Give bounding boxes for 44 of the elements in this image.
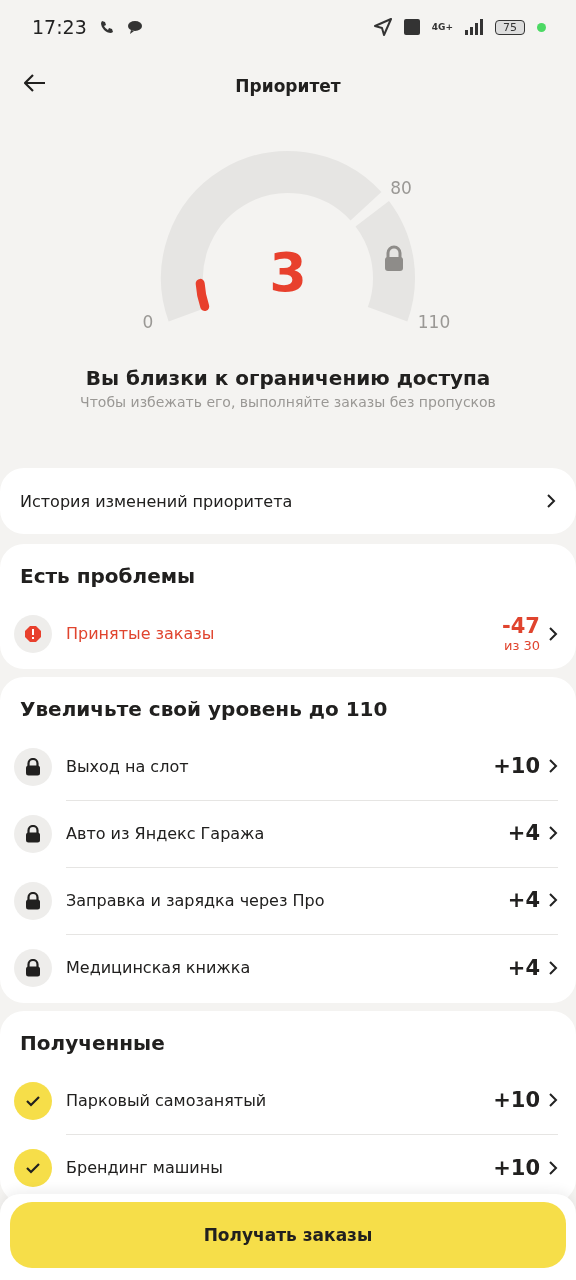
priority-value: 3 bbox=[269, 241, 307, 304]
call-icon bbox=[98, 19, 115, 35]
lock-icon bbox=[14, 948, 52, 987]
screen-title: Приоритет bbox=[235, 76, 341, 96]
lock-icon bbox=[385, 245, 403, 271]
lock-icon bbox=[14, 881, 52, 920]
check-icon bbox=[14, 1081, 52, 1120]
criterion-row[interactable]: Медицинская книжка +4 bbox=[0, 934, 576, 1001]
section-title: Есть проблемы bbox=[19, 563, 197, 590]
section-title: Полученные bbox=[19, 1030, 166, 1057]
criterion-row[interactable]: Выход на слот +10 bbox=[0, 733, 576, 800]
lock-icon bbox=[14, 747, 52, 786]
status-time: 17:23 bbox=[32, 16, 87, 38]
network-type: 4G+ bbox=[431, 22, 453, 32]
chevron-icon bbox=[546, 493, 556, 509]
status-subtitle: Чтобы избежать его, выполняйте заказы без пропусков bbox=[79, 394, 497, 410]
chevron-icon bbox=[548, 959, 558, 976]
check-icon bbox=[14, 1148, 52, 1187]
criterion-row[interactable]: Парковый самозанятый +10 bbox=[0, 1067, 576, 1134]
criterion-row[interactable]: Принятые заказы -47 из 30 bbox=[0, 600, 576, 667]
section-title: Увеличьте свой уровень до 110 bbox=[19, 696, 389, 723]
criterion-row[interactable]: Заправка и зарядка через Про +4 bbox=[0, 867, 576, 934]
chevron-icon bbox=[548, 825, 558, 841]
gauge-min-label: 0 bbox=[142, 312, 154, 332]
status-headline: Вы близки к ограничению доступа bbox=[84, 366, 492, 390]
chevron-icon bbox=[548, 1159, 558, 1176]
criterion-row[interactable]: Авто из Яндекс Гаража +4 bbox=[0, 800, 576, 867]
chevron-icon bbox=[548, 625, 558, 642]
history-link[interactable]: История изменений приоритета bbox=[0, 468, 576, 534]
location-icon bbox=[373, 18, 392, 36]
signal-icon bbox=[465, 19, 483, 35]
chevron-icon bbox=[548, 892, 558, 908]
battery-level: 75 bbox=[495, 19, 525, 35]
chat-icon bbox=[126, 20, 143, 34]
chevron-icon bbox=[548, 1092, 558, 1108]
get-orders-button[interactable]: Получать заказы bbox=[10, 1202, 566, 1268]
privacy-dot bbox=[537, 22, 546, 32]
chevron-icon bbox=[548, 758, 558, 774]
lock-icon bbox=[14, 814, 52, 853]
warning-icon bbox=[14, 614, 52, 653]
gauge-max-label: 110 bbox=[417, 312, 451, 332]
gauge-marker bbox=[195, 278, 210, 311]
gauge-threshold-label: 80 bbox=[390, 178, 412, 198]
back-button[interactable] bbox=[22, 72, 48, 94]
